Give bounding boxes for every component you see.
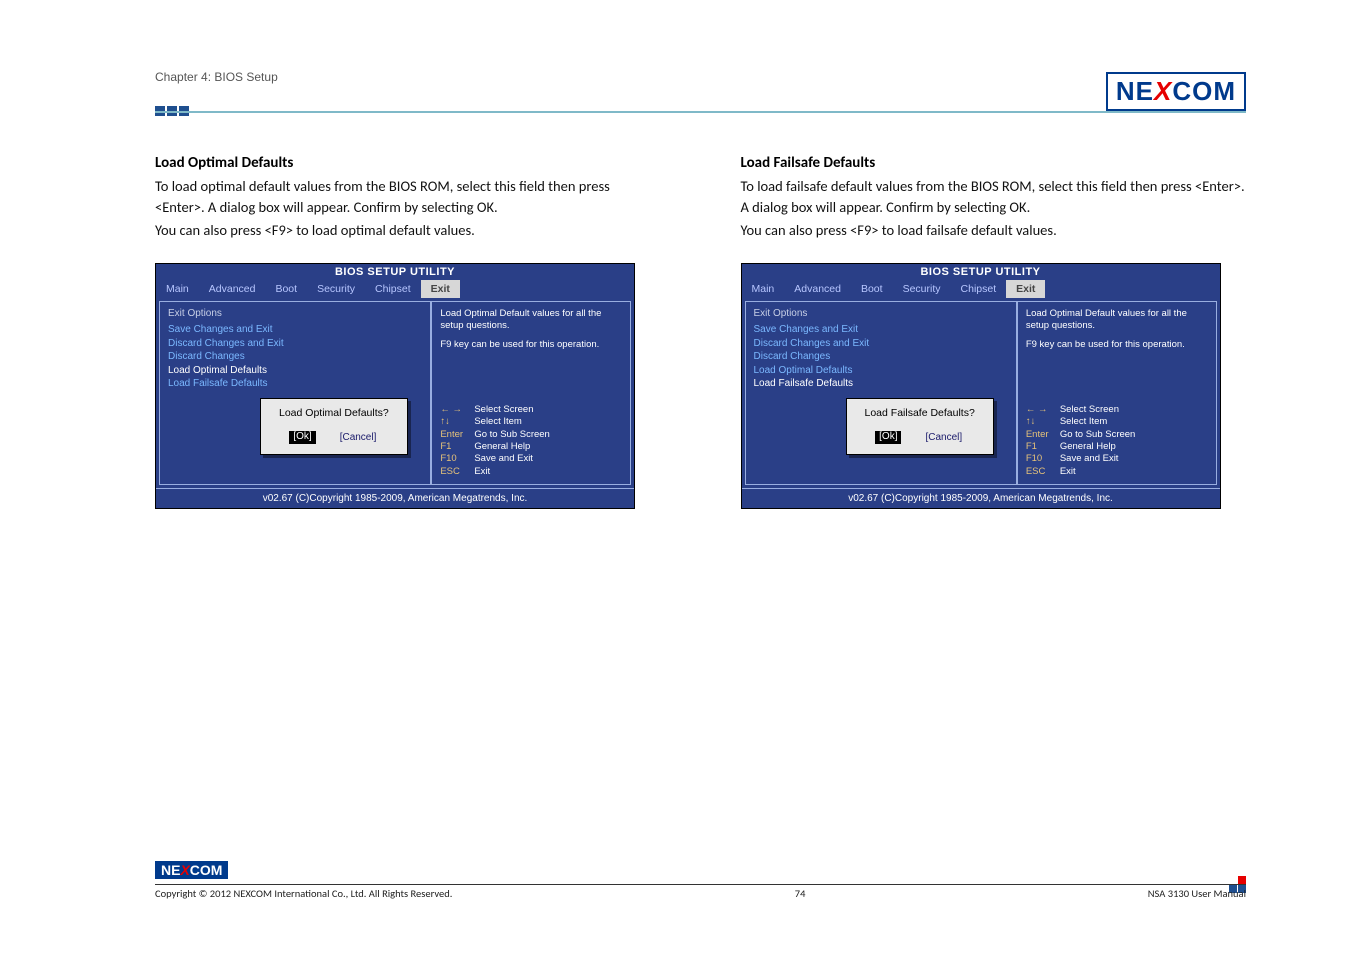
bios-footer: v02.67 (C)Copyright 1985-2009, American … bbox=[156, 488, 634, 508]
bios-dialog-optimal: Load Optimal Defaults? [Ok] [Cancel] bbox=[260, 398, 408, 455]
bios-item-selected: Load Failsafe Defaults bbox=[754, 377, 1008, 391]
bios-item-selected: Load Optimal Defaults bbox=[168, 364, 422, 378]
dialog-question: Load Optimal Defaults? bbox=[279, 407, 389, 419]
footer-doc-title: NSA 3130 User Manual bbox=[1148, 887, 1246, 900]
bios-tab-exit: Exit bbox=[421, 280, 460, 298]
bios-footer: v02.67 (C)Copyright 1985-2009, American … bbox=[742, 488, 1220, 508]
bios-group-title: Exit Options bbox=[168, 308, 422, 319]
bios-help-1: Load Optimal Default values for all the … bbox=[440, 308, 622, 333]
left-title: Load Optimal Defaults bbox=[155, 154, 661, 172]
bios-item: Load Optimal Defaults bbox=[754, 364, 1008, 378]
left-p1: To load optimal default values from the … bbox=[155, 176, 661, 218]
bios-tab-security: Security bbox=[893, 280, 951, 298]
right-p1: To load failsafe default values from the… bbox=[741, 176, 1247, 218]
bios-key-legend: ← →Select Screen ↑↓Select Item EnterGo t… bbox=[440, 404, 622, 478]
bios-item: Discard Changes bbox=[168, 350, 422, 364]
bios-tab-main: Main bbox=[156, 280, 199, 298]
dialog-ok-button[interactable]: [Ok] bbox=[875, 431, 901, 444]
left-column: Load Optimal Defaults To load optimal de… bbox=[155, 154, 661, 509]
right-column: Load Failsafe Defaults To load failsafe … bbox=[741, 154, 1247, 509]
bios-dialog-failsafe: Load Failsafe Defaults? [Ok] [Cancel] bbox=[846, 398, 994, 455]
bios-help-2: F9 key can be used for this operation. bbox=[1026, 339, 1208, 351]
brand-logo-top: NEXCOM bbox=[1106, 72, 1246, 111]
right-title: Load Failsafe Defaults bbox=[741, 154, 1247, 172]
bios-tab-advanced: Advanced bbox=[784, 280, 851, 298]
bios-screenshot-optimal: BIOS SETUP UTILITY Main Advanced Boot Se… bbox=[155, 263, 635, 509]
bios-item: Discard Changes bbox=[754, 350, 1008, 364]
bios-tabs: Main Advanced Boot Security Chipset Exit bbox=[156, 280, 634, 298]
dialog-cancel-button[interactable]: [Cancel] bbox=[923, 431, 964, 444]
bios-tab-boot: Boot bbox=[265, 280, 307, 298]
bios-right-pane: Load Optimal Default values for all the … bbox=[431, 301, 631, 485]
bios-item: Discard Changes and Exit bbox=[168, 337, 422, 351]
bios-key-legend: ← →Select Screen ↑↓Select Item EnterGo t… bbox=[1026, 404, 1208, 478]
dialog-ok-button[interactable]: [Ok] bbox=[289, 431, 315, 444]
header-rule bbox=[155, 111, 1246, 113]
bios-item: Save Changes and Exit bbox=[754, 323, 1008, 337]
bios-tab-boot: Boot bbox=[851, 280, 893, 298]
bios-tabs: Main Advanced Boot Security Chipset Exit bbox=[742, 280, 1220, 298]
bios-left-pane: Exit Options Save Changes and Exit Disca… bbox=[745, 301, 1017, 485]
footer-copyright: Copyright © 2012 NEXCOM International Co… bbox=[155, 887, 452, 900]
bios-group-title: Exit Options bbox=[754, 308, 1008, 319]
bios-help-2: F9 key can be used for this operation. bbox=[440, 339, 622, 351]
dialog-cancel-button[interactable]: [Cancel] bbox=[338, 431, 379, 444]
dialog-question: Load Failsafe Defaults? bbox=[865, 407, 975, 419]
page-footer: NEXCOM Copyright © 2012 NEXCOM Internati… bbox=[155, 861, 1246, 900]
bios-tab-security: Security bbox=[307, 280, 365, 298]
left-body: To load optimal default values from the … bbox=[155, 176, 661, 241]
right-p2: You can also press <F9> to load failsafe… bbox=[741, 220, 1247, 241]
bios-title: BIOS SETUP UTILITY bbox=[156, 264, 634, 280]
bios-tab-chipset: Chipset bbox=[365, 280, 421, 298]
bios-title: BIOS SETUP UTILITY bbox=[742, 264, 1220, 280]
chapter-label: Chapter 4: BIOS Setup bbox=[155, 70, 1246, 84]
bios-screenshot-failsafe: BIOS SETUP UTILITY Main Advanced Boot Se… bbox=[741, 263, 1221, 509]
footer-page-number: 74 bbox=[795, 887, 806, 900]
bios-tab-exit: Exit bbox=[1006, 280, 1045, 298]
right-body: To load failsafe default values from the… bbox=[741, 176, 1247, 241]
brand-logo-footer: NEXCOM bbox=[155, 861, 228, 879]
left-p2: You can also press <F9> to load optimal … bbox=[155, 220, 661, 241]
bios-tab-advanced: Advanced bbox=[199, 280, 266, 298]
bios-left-pane: Exit Options Save Changes and Exit Disca… bbox=[159, 301, 431, 485]
bios-item: Discard Changes and Exit bbox=[754, 337, 1008, 351]
bios-item: Save Changes and Exit bbox=[168, 323, 422, 337]
bios-tab-main: Main bbox=[742, 280, 785, 298]
bios-help-1: Load Optimal Default values for all the … bbox=[1026, 308, 1208, 333]
bios-tab-chipset: Chipset bbox=[951, 280, 1007, 298]
bios-item: Load Failsafe Defaults bbox=[168, 377, 422, 391]
bios-right-pane: Load Optimal Default values for all the … bbox=[1017, 301, 1217, 485]
